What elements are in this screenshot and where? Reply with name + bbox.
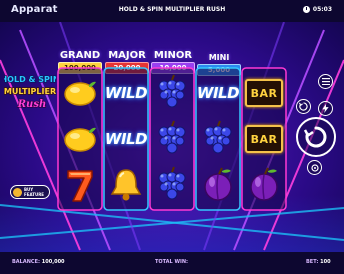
reel-5-row-3-plum-symbol	[242, 163, 286, 207]
grapes-icon	[158, 74, 186, 108]
seven-icon	[67, 170, 93, 202]
balance: BALANCE: 100,000	[12, 259, 65, 265]
hamburger-icon	[321, 78, 330, 85]
reel-grid: WILD WILD WILD BAR BAR	[56, 67, 288, 211]
clock-time: 05:03	[312, 6, 332, 13]
grapes-icon	[158, 120, 186, 154]
balance-label: BALANCE:	[12, 259, 41, 265]
reel-1-row-3-seven-symbol	[58, 163, 102, 207]
jackpot-minor-label: MINOR	[153, 50, 193, 61]
coin-stack-icon	[310, 163, 319, 172]
reel-1-row-2-lemon-symbol	[58, 117, 102, 161]
logo-graphic: HOLD & SPIN MULTIPLIER Rush	[0, 74, 60, 110]
reel-5-row-1-bar-symbol: BAR	[242, 71, 286, 115]
jackpot-major-label: MAJOR	[108, 50, 146, 61]
reel-4-row-3-plum-symbol	[196, 163, 240, 207]
grapes-icon	[158, 166, 186, 200]
clock-icon	[302, 6, 310, 13]
clock: 05:03	[302, 6, 332, 13]
autoplay-icon	[299, 102, 308, 111]
logo-line2: MULTIPLIER	[4, 87, 56, 96]
autoplay-button[interactable]	[296, 99, 311, 114]
buy-feature-button[interactable]: BUY FEATURE	[10, 185, 50, 199]
reel-3-row-2-grapes-symbol	[150, 117, 194, 161]
plum-icon	[250, 167, 278, 201]
balance-value: 100,000	[41, 259, 65, 265]
reel-1-row-1-lemon-symbol	[58, 71, 102, 115]
spin-arrow-icon	[304, 126, 327, 148]
reel-2-row-1-wild-symbol: WILD	[104, 71, 148, 115]
bet: BET: 100	[306, 259, 331, 265]
reel-4-row-2-grapes-symbol	[196, 117, 240, 161]
bell-icon	[110, 169, 142, 201]
turbo-button[interactable]	[318, 101, 333, 116]
menu-button[interactable]	[318, 74, 333, 89]
buy-feature-label: BUY FEATURE	[24, 187, 44, 197]
wild-label: WILD	[104, 130, 148, 148]
buy-feature-line2: FEATURE	[24, 192, 45, 197]
spin-button[interactable]	[296, 117, 336, 157]
grapes-icon	[204, 120, 232, 154]
total-win: TOTAL WIN:	[155, 259, 188, 265]
plum-icon	[204, 167, 232, 201]
top-bar: Apparat HOLD & SPIN MULTIPLIER RUSH 05:0…	[0, 0, 344, 22]
bet-value: 100	[320, 259, 331, 265]
reel-3-row-3-grapes-symbol	[150, 163, 194, 207]
jackpot-mini-label: MINI	[208, 53, 230, 62]
bottom-bar: BALANCE: 100,000 TOTAL WIN: BET: 100	[0, 252, 344, 274]
reel-2-row-3-bell-symbol	[104, 163, 148, 207]
jackpot-grand-label: GRAND	[59, 50, 101, 61]
reel-3-row-1-grapes-symbol	[150, 71, 194, 115]
wild-label: WILD	[104, 84, 148, 102]
bet-label: BET:	[306, 259, 319, 265]
lightning-icon	[322, 104, 329, 113]
reel-5-row-2-bar-symbol: BAR	[242, 117, 286, 161]
bar-plate: BAR	[245, 125, 283, 153]
lemon-icon	[64, 81, 96, 106]
logo-line3: Rush	[17, 99, 46, 110]
game-title: HOLD & SPIN MULTIPLIER RUSH	[118, 6, 226, 13]
lemon-icon	[64, 127, 96, 152]
logo-line1: HOLD & SPIN	[4, 75, 56, 84]
game-logo: HOLD & SPIN MULTIPLIER Rush	[0, 70, 60, 120]
reel-2-row-2-wild-symbol: WILD	[104, 117, 148, 161]
reel-4-row-1-wild-symbol: WILD	[196, 71, 240, 115]
coin-icon	[13, 187, 22, 197]
bar-label: BAR	[250, 132, 278, 146]
bet-button[interactable]	[307, 160, 322, 175]
bar-plate: BAR	[245, 79, 283, 107]
wild-label: WILD	[196, 84, 240, 102]
bar-label: BAR	[250, 86, 278, 100]
total-win-label: TOTAL WIN:	[155, 259, 189, 265]
